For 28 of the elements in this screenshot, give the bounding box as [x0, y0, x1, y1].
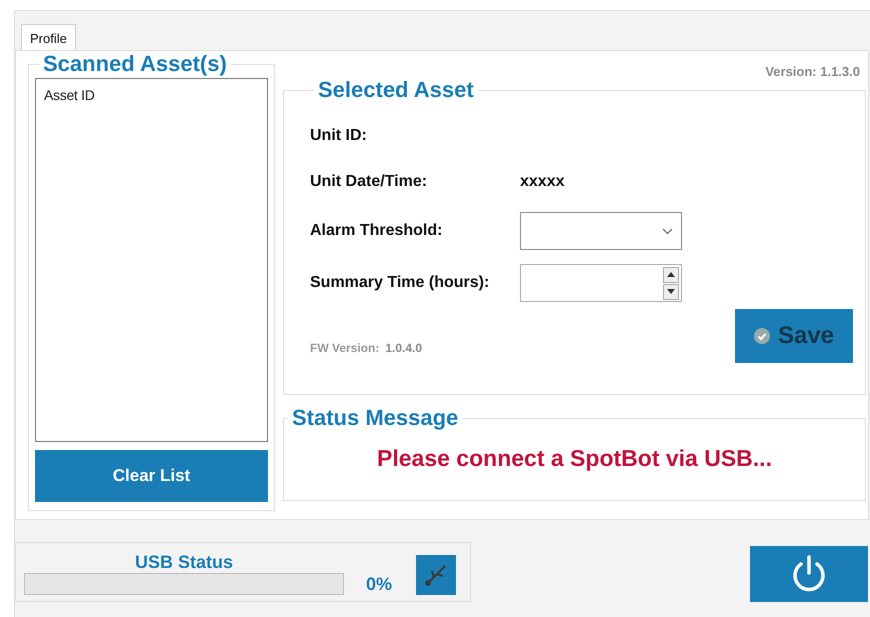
field-label: Unit Date/Time:	[310, 173, 428, 191]
group-title: Status Message	[291, 405, 460, 431]
usb-button[interactable]	[416, 555, 456, 595]
status-text: Please connect a SpotBot via USB...	[377, 445, 772, 472]
fw-version-value: 1.0.4.0	[385, 341, 422, 355]
check-icon	[754, 328, 770, 344]
fw-version-label: FW Version: 1.0.4.0	[310, 341, 422, 355]
group-title: Selected Asset	[317, 77, 475, 103]
field-label: Unit ID:	[310, 127, 368, 145]
power-button[interactable]	[750, 546, 868, 602]
field-label: Alarm Threshold:	[310, 222, 444, 240]
usb-status-title: USB Status	[134, 552, 233, 573]
up-triangle-icon	[667, 272, 675, 277]
spin-down-button[interactable]	[663, 284, 679, 300]
spin-up-button[interactable]	[663, 266, 679, 282]
clear-list-button[interactable]: Clear List	[35, 450, 268, 502]
progress-reading: 0%	[366, 574, 392, 595]
group-title: Scanned Asset(s)	[42, 51, 228, 77]
field-value: xxxxx	[520, 173, 564, 191]
tab[interactable]: Profile	[21, 24, 76, 50]
field-label: Summary Time (hours):	[310, 274, 490, 292]
list-header: Asset ID	[44, 87, 95, 103]
chevron-down-icon	[662, 228, 673, 234]
version-text: Version: 1.1.3.0	[765, 64, 860, 79]
dropdown-field[interactable]	[520, 212, 682, 250]
asset-list[interactable]: Asset ID	[35, 78, 268, 442]
spinner-field[interactable]	[520, 264, 682, 302]
down-triangle-icon	[667, 289, 675, 294]
